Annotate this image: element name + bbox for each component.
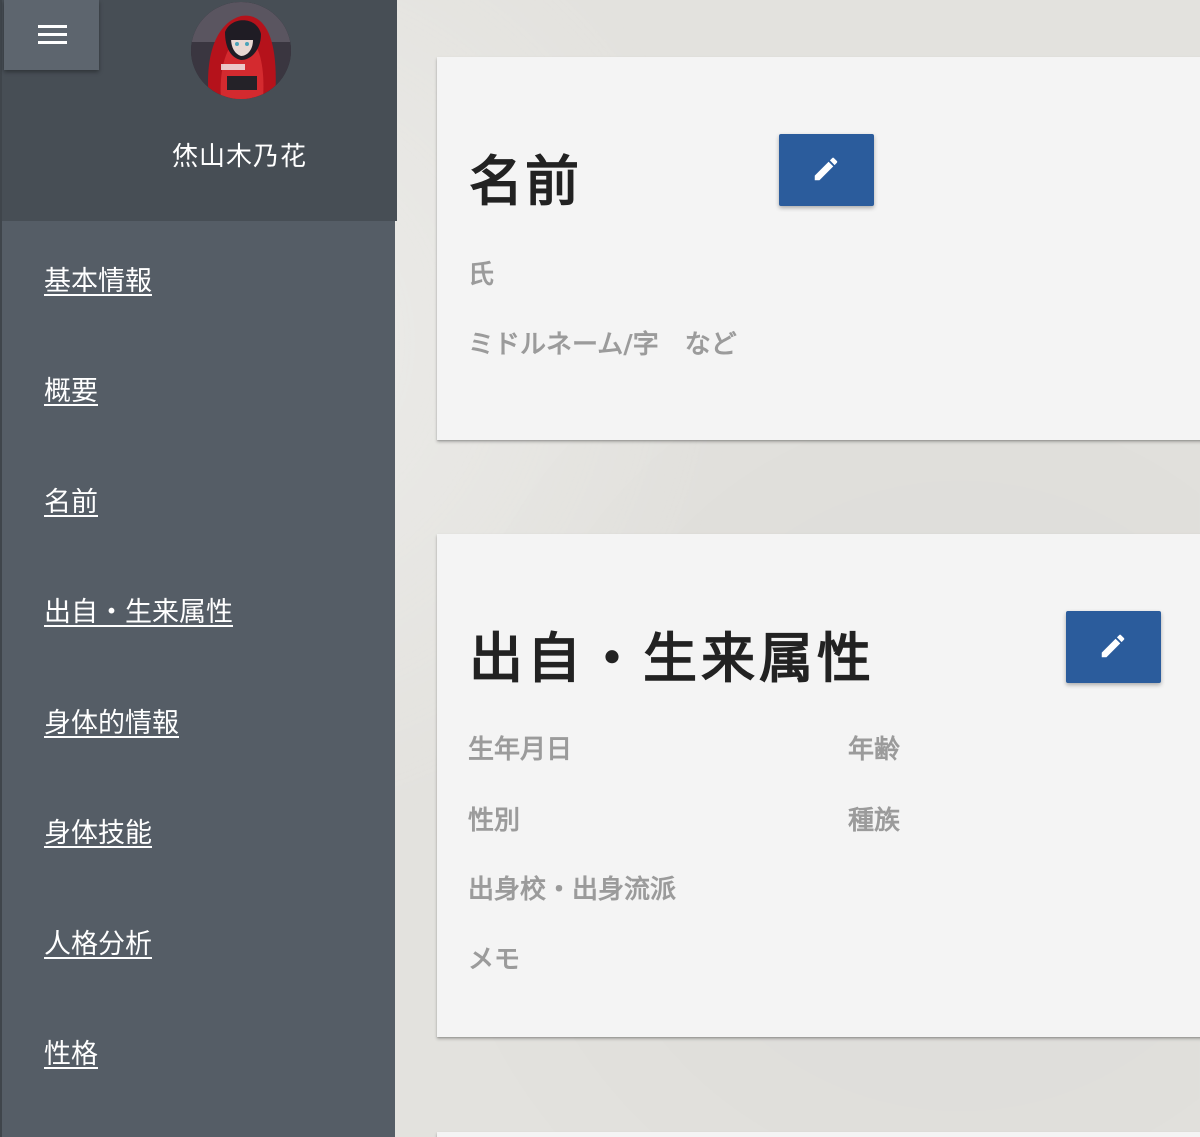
edit-origin-button[interactable] — [1066, 611, 1161, 683]
sidebar-item-physical-info[interactable]: 身体的情報 — [44, 701, 179, 740]
edit-name-button[interactable] — [779, 134, 874, 206]
middle-name-label: ミドルネーム/字 など — [468, 330, 737, 360]
sidebar-item-name[interactable]: 名前 — [44, 480, 98, 519]
sidebar-header: 烋山木乃花 — [2, 0, 397, 221]
sidebar-item-physical-skills[interactable]: 身体技能 — [44, 811, 152, 850]
sidebar-item-basic-info[interactable]: 基本情報 — [44, 259, 152, 298]
name-card: 名前 氏 ミドルネーム/字 など — [437, 57, 1200, 440]
age-label: 年齢 — [848, 735, 901, 765]
sidebar-item-personality[interactable]: 性格 — [44, 1032, 98, 1071]
family-name-label: 氏 — [468, 260, 495, 290]
sidebar-item-origin[interactable]: 出自・生来属性 — [44, 590, 233, 629]
next-card — [437, 1132, 1200, 1137]
card-title: 名前 — [469, 150, 581, 213]
sidebar: 烋山木乃花 基本情報 概要 名前 出自・生来属性 身体的情報 身体技能 人格分析… — [0, 0, 397, 1137]
pencil-icon — [814, 157, 838, 181]
birthdate-label: 生年月日 — [468, 735, 573, 765]
origin-card: 出自・生来属性 生年月日 年齢 性別 種族 出身校・出身流派 メモ — [437, 534, 1200, 1037]
gender-label: 性別 — [468, 806, 521, 836]
sidebar-item-personality-analysis[interactable]: 人格分析 — [44, 922, 152, 961]
user-name: 烋山木乃花 — [171, 142, 307, 172]
avatar[interactable] — [191, 2, 291, 99]
memo-label: メモ — [468, 945, 521, 975]
menu-button[interactable] — [4, 0, 99, 70]
card-title: 出自・生来属性 — [469, 627, 875, 690]
school-label: 出身校・出身流派 — [468, 875, 677, 905]
pencil-icon — [1101, 634, 1125, 658]
hamburger-menu-icon — [38, 25, 67, 45]
race-label: 種族 — [848, 806, 901, 836]
sidebar-item-overview[interactable]: 概要 — [44, 369, 98, 408]
